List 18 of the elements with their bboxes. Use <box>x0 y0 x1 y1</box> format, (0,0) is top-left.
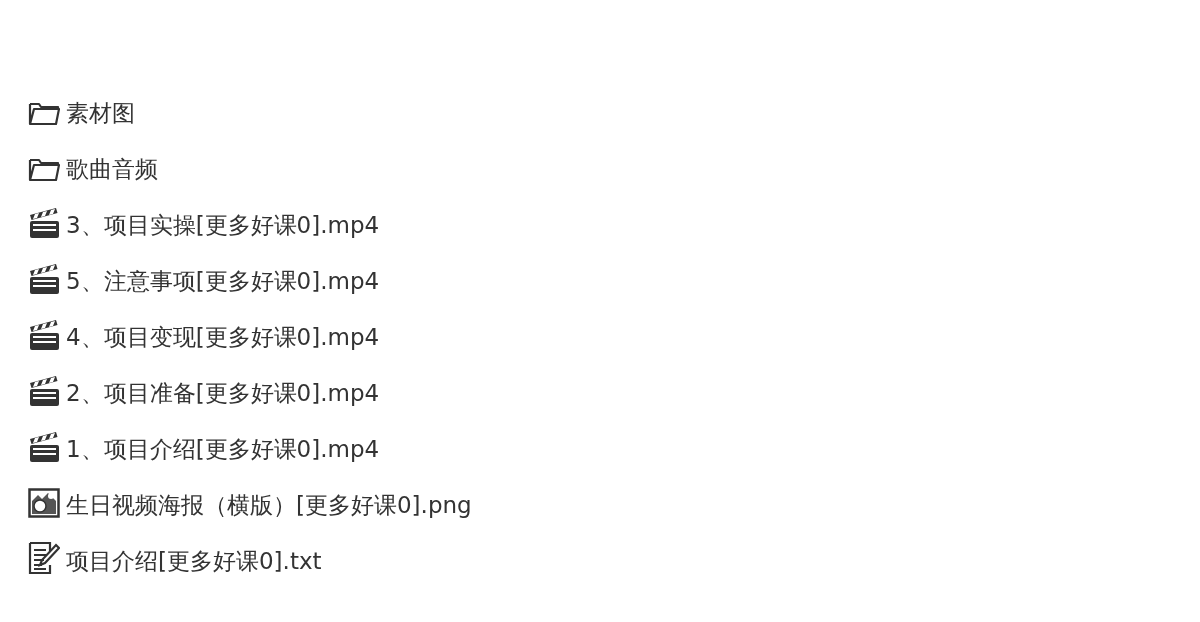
file-name[interactable]: 项目介绍[更多好课0].txt <box>66 547 322 575</box>
clapperboard-icon <box>28 319 60 351</box>
file-name[interactable]: 2、项目准备[更多好课0].mp4 <box>66 379 380 407</box>
folder-icon <box>28 101 60 127</box>
folder-icon <box>28 157 60 183</box>
file-name[interactable]: 3、项目实操[更多好课0].mp4 <box>66 211 380 239</box>
image-file-icon <box>28 487 60 519</box>
clapperboard-icon <box>28 431 60 463</box>
file-name[interactable]: 5、注意事项[更多好课0].mp4 <box>66 267 380 295</box>
file-name[interactable]: 生日视频海报（横版）[更多好课0].png <box>66 491 472 519</box>
file-name[interactable]: 4、项目变现[更多好课0].mp4 <box>66 323 380 351</box>
file-name[interactable]: 素材图 <box>66 99 135 127</box>
file-name[interactable]: 歌曲音频 <box>66 155 158 183</box>
clapperboard-icon <box>28 263 60 295</box>
clapperboard-icon <box>28 375 60 407</box>
document-pencil-icon <box>28 541 60 575</box>
clapperboard-icon <box>28 207 60 239</box>
file-name[interactable]: 1、项目介绍[更多好课0].mp4 <box>66 435 380 463</box>
